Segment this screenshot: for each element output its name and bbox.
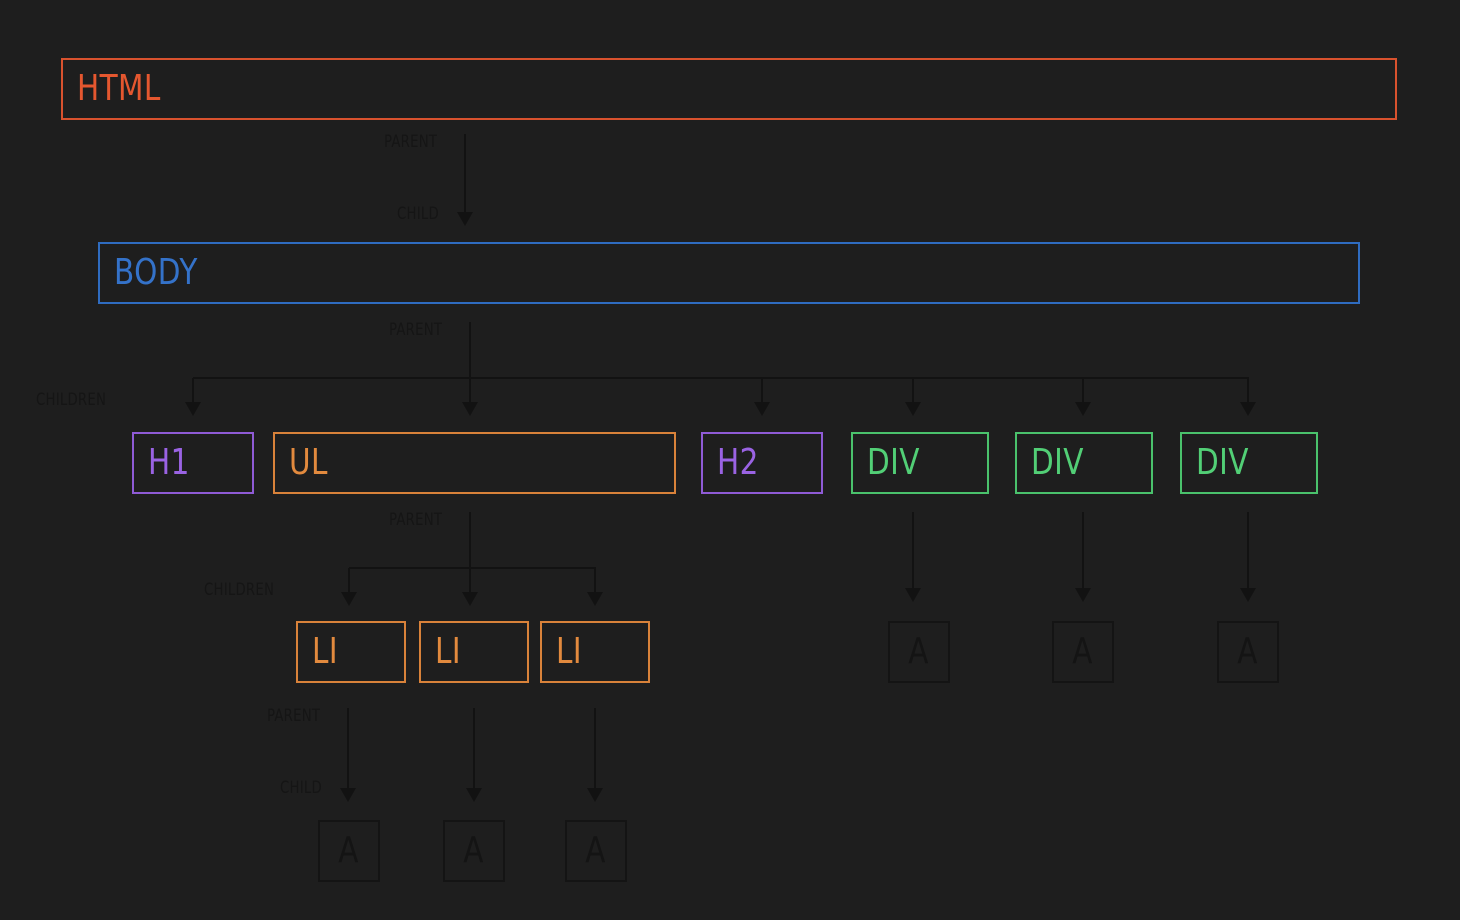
node-a-li-2: A <box>443 820 505 882</box>
node-div-1: DIV <box>851 432 989 494</box>
node-html-label: HTML <box>77 68 161 109</box>
node-li-3: LI <box>540 621 650 683</box>
arrowhead <box>340 788 356 802</box>
arrowhead <box>905 402 921 416</box>
node-li-label: LI <box>556 631 582 672</box>
node-a-div-2: A <box>1052 621 1114 683</box>
node-div-3: DIV <box>1180 432 1318 494</box>
caption-parent-body: PARENT <box>389 320 443 340</box>
node-body-label: BODY <box>114 252 198 293</box>
caption-children-body: CHILDREN <box>36 390 107 410</box>
node-html: HTML <box>61 58 1397 120</box>
arrowhead <box>1075 588 1091 602</box>
arrowhead <box>1240 588 1256 602</box>
node-a-label: A <box>585 830 607 871</box>
node-div-label: DIV <box>1031 442 1084 483</box>
node-li-1: LI <box>296 621 406 683</box>
node-a-label: A <box>463 830 485 871</box>
node-h2-label: H2 <box>717 442 759 483</box>
caption-child-a: CHILD <box>280 778 322 798</box>
caption-parent-html: PARENT <box>384 132 438 152</box>
node-a-label: A <box>1072 631 1094 672</box>
arrowhead <box>1075 402 1091 416</box>
node-li-label: LI <box>435 631 461 672</box>
node-a-li-1: A <box>318 820 380 882</box>
arrowhead <box>1240 402 1256 416</box>
node-div-label: DIV <box>867 442 920 483</box>
node-a-label: A <box>338 830 360 871</box>
node-h1: H1 <box>132 432 254 494</box>
node-div-2: DIV <box>1015 432 1153 494</box>
arrowhead <box>754 402 770 416</box>
arrowhead <box>341 592 357 606</box>
arrowhead <box>587 592 603 606</box>
node-a-div-1: A <box>888 621 950 683</box>
arrowhead <box>462 402 478 416</box>
node-a-div-3: A <box>1217 621 1279 683</box>
arrowhead <box>462 592 478 606</box>
arrowhead <box>905 588 921 602</box>
node-li-2: LI <box>419 621 529 683</box>
caption-parent-li: PARENT <box>267 706 321 726</box>
node-div-label: DIV <box>1196 442 1249 483</box>
node-a-label: A <box>1237 631 1259 672</box>
node-a-label: A <box>908 631 930 672</box>
node-ul-label: UL <box>289 442 328 483</box>
node-body: BODY <box>98 242 1360 304</box>
caption-child-body: CHILD <box>397 204 439 224</box>
node-ul: UL <box>273 432 676 494</box>
node-h2: H2 <box>701 432 823 494</box>
node-h1-label: H1 <box>148 442 190 483</box>
caption-parent-ul: PARENT <box>389 510 443 530</box>
arrowhead <box>185 402 201 416</box>
node-li-label: LI <box>312 631 338 672</box>
caption-children-ul: CHILDREN <box>204 580 275 600</box>
arrowhead <box>587 788 603 802</box>
arrowhead <box>457 212 473 226</box>
node-a-li-3: A <box>565 820 627 882</box>
arrowhead <box>466 788 482 802</box>
